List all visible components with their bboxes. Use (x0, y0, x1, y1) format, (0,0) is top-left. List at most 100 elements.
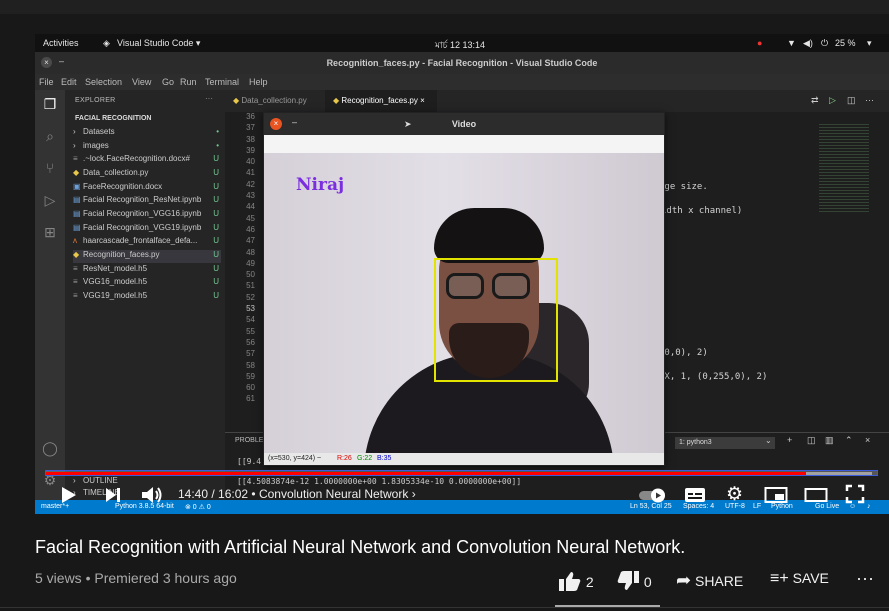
cursor-position: Ln 53, Col 25 (630, 503, 672, 510)
file-icon: ≡ (73, 291, 78, 300)
app-menu: Visual Studio Code ▾ (117, 38, 201, 48)
pixel-g: G:22 (357, 455, 373, 462)
system-menu-icon: ▾ (867, 38, 872, 48)
thumbs-up-icon (559, 572, 581, 591)
word-file-icon: ▣ (73, 182, 81, 191)
current-time: 14:40 (178, 487, 209, 501)
line-number: 60 (246, 383, 255, 393)
file-item: ≡ ResNet_model.h5 U (73, 264, 219, 273)
volume-icon: ◀) (803, 38, 813, 48)
more-actions-button[interactable]: ··· (856, 568, 874, 589)
share-button[interactable]: ➦ SHARE (676, 570, 743, 591)
activity-bar: ❐ ⌕ ⑂ ▷ ⊞ ◯ ⚙ (35, 90, 65, 514)
search-icon: ⌕ (46, 128, 54, 144)
line-number: 54 (246, 315, 255, 325)
line-number: 49 (246, 258, 255, 268)
line-number: 40 (246, 157, 255, 167)
line-number: 61 (246, 394, 255, 404)
seek-bar-buffered (806, 472, 872, 475)
seek-bar[interactable] (45, 470, 878, 476)
file-item: ▤ Facial Recognition_VGG16.ipynb U (73, 209, 219, 218)
pixel-r: R:26 (337, 455, 352, 462)
chevron-right-icon[interactable]: › (412, 487, 416, 501)
thumbs-down-icon (617, 571, 639, 590)
run-debug-icon: ▷ (44, 192, 56, 208)
account-icon: ◯ (42, 440, 58, 456)
video-meta: 5 views • Premiered 3 hours ago (35, 570, 237, 586)
play-icon[interactable] (60, 485, 78, 505)
ubuntu-top-bar: Activities ◈ Visual Studio Code ▾ মার্চ … (35, 34, 889, 52)
notebook-file-icon: ▤ (73, 209, 81, 218)
file-item: ≡ VGG16_model.h5 U (73, 277, 219, 286)
line-number: 52 (246, 292, 255, 302)
fullscreen-icon[interactable] (845, 484, 865, 504)
divider (0, 607, 889, 608)
share-arrow-icon: ➦ (676, 570, 692, 590)
save-button[interactable]: ≡+ SAVE (770, 570, 829, 588)
menu-file: File (39, 77, 54, 87)
pixel-coords: (x=530, y=424) ~ (268, 455, 322, 462)
terminal-select: 1: python3 (675, 437, 775, 449)
file-icon: ≡ (73, 277, 78, 286)
chapter-title[interactable]: Convolution Neural Network (259, 487, 408, 501)
top-strip (0, 0, 889, 14)
menu-go: Go (162, 77, 175, 87)
vscode-menu-bar: File Edit Selection View Go Run Terminal… (35, 74, 889, 90)
language-status: Python (771, 503, 793, 510)
maximize-panel-icon: ⌃ (845, 435, 853, 445)
file-item-selected: ◆ Recognition_faces.py U (73, 250, 221, 263)
vscode-title-bar: × – Recognition_faces.py - Facial Recogn… (35, 52, 889, 74)
compare-icon: ⇄ (811, 95, 819, 105)
line-number: 36 (246, 112, 255, 121)
video-title: Facial Recognition with Artificial Neura… (35, 537, 686, 557)
new-terminal-icon: + (787, 435, 793, 445)
file-item: ≡ .~lock.FaceRecognition.docx# U (73, 154, 219, 163)
like-button[interactable]: 2 (558, 570, 594, 592)
code-line: EX, 1, (0,255,0), 2) (659, 372, 768, 382)
line-number: 37 (246, 123, 255, 133)
source-control-icon: ⑂ (45, 160, 55, 176)
explorer-sidebar: EXPLORER ··· FACIAL RECOGNITION › Dataset… (65, 90, 225, 514)
file-item: ▤ Facial Recognition_ResNet.ipynb U (73, 195, 219, 204)
file-icon: ≡ (73, 264, 78, 273)
miniplayer-icon[interactable] (764, 486, 788, 504)
line-number: 45 (246, 213, 255, 223)
split-editor-icon: ◫ (847, 95, 856, 105)
feedback-icon: ☺ (849, 503, 857, 510)
notebook-file-icon: ▤ (73, 223, 81, 232)
chevron-right-icon: › (73, 141, 76, 150)
theater-mode-icon[interactable] (804, 486, 828, 504)
clock: মার্চ 12 13:14 (435, 40, 485, 50)
network-icon: ▼ (787, 38, 796, 48)
code-line: ,0,0), 2) (659, 348, 708, 358)
file-item: ▣ FaceRecognition.docx U (73, 182, 219, 191)
next-icon[interactable] (104, 486, 122, 504)
close-panel-icon: × (865, 435, 871, 445)
dislike-button[interactable]: 0 (616, 570, 652, 592)
chevron-right-icon: › (73, 476, 76, 485)
opencv-video-window: × – Video ➤ Niraj (x=530, y=424) ~ R:26 (263, 112, 665, 466)
power-icon: ⏻ (821, 38, 829, 48)
autoplay-toggle-icon[interactable] (638, 487, 668, 503)
line-number: 44 (246, 202, 255, 212)
line-number: 48 (246, 247, 255, 257)
volume-icon[interactable] (140, 484, 164, 506)
settings-gear-icon[interactable]: ⚙ (726, 483, 743, 506)
window-title: Recognition_faces.py - Facial Recognitio… (326, 58, 598, 68)
line-number: 57 (246, 349, 255, 359)
problems-status: ⊗ 0 ⚠ 0 (185, 504, 211, 511)
file-icon: ≡ (73, 154, 78, 163)
project-name: FACIAL RECOGNITION (75, 115, 152, 122)
video-player[interactable]: Activities ◈ Visual Studio Code ▾ মার্চ … (35, 34, 889, 514)
chevron-right-icon: › (73, 127, 76, 136)
python-file-icon: ◆ (73, 250, 80, 259)
terminal-line: [[9.4 (237, 457, 262, 466)
line-number: 58 (246, 360, 255, 370)
ubuntu-update-icon: ● (757, 38, 763, 48)
like-count: 2 (585, 574, 594, 590)
tab-data-collection: ◆ Data_collection.py (233, 96, 307, 105)
time-display: 14:40 / 16:02 • Convolution Neural Netwo… (178, 487, 416, 501)
more-actions-icon: ··· (865, 95, 874, 105)
subtitles-icon[interactable] (684, 486, 706, 504)
seek-bar-played (46, 472, 806, 475)
